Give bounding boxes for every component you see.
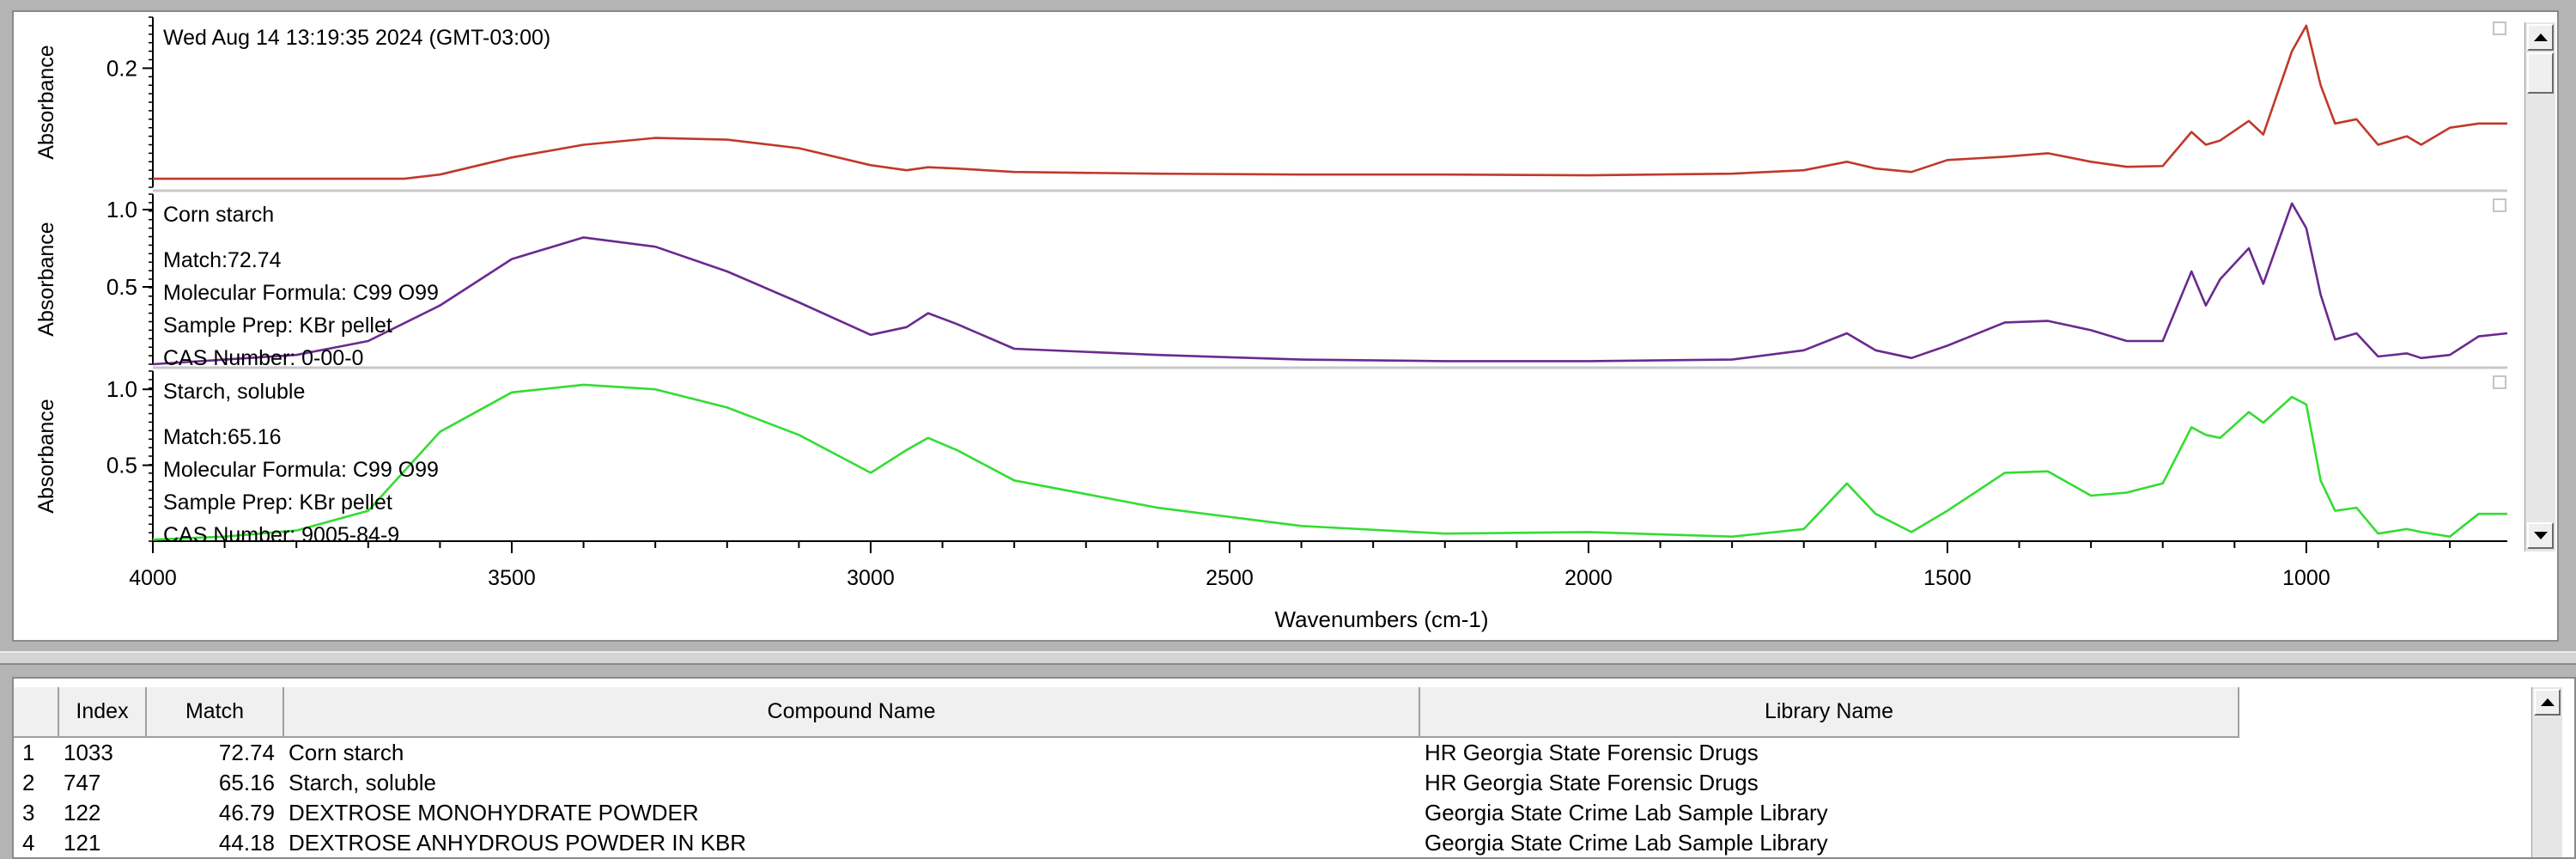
row-compound: Corn starch xyxy=(289,740,404,765)
panel-info-line: Match:65.16 xyxy=(163,425,282,449)
table-row[interactable]: 4 121 44.18 DEXTROSE ANHYDROUS POWDER IN… xyxy=(14,828,2239,857)
y-axis-label: Absorbance xyxy=(34,399,58,513)
panel-title: Wed Aug 14 13:19:35 2024 (GMT-03:00) xyxy=(163,26,550,50)
header-library-name[interactable]: Library Name xyxy=(1419,687,2239,738)
row-index: 122 xyxy=(64,800,101,825)
scroll-up-button[interactable] xyxy=(2527,24,2554,51)
panel-title: Corn starch xyxy=(163,203,274,227)
panel-title: Starch, soluble xyxy=(163,380,305,404)
scroll-thumb[interactable] xyxy=(2527,52,2554,94)
series-line-corn-starch xyxy=(152,202,2508,366)
row-compound: DEXTROSE MONOHYDRATE POWDER xyxy=(289,800,699,825)
panel-info-line: Sample Prep: KBr pellet xyxy=(163,490,392,515)
y-axis-label: Absorbance xyxy=(34,222,58,336)
panel-corner-box xyxy=(2493,375,2506,389)
panel-info-line: Match:72.74 xyxy=(163,248,282,272)
spectrum-view-window: 4000 3500 3000 2500 2000 1500 1000 Wavenumbers … xyxy=(12,10,2559,642)
table-header-row: Index Match Compound Name Library Name xyxy=(14,687,2239,738)
x-axis-label: Wavenumbers (cm-1) xyxy=(1275,606,1489,632)
scroll-down-button[interactable] xyxy=(2527,522,2554,549)
row-match: 44.18 xyxy=(218,830,275,856)
x-tick-label: 1500 xyxy=(1923,566,1971,590)
y-tick-label: 0.5 xyxy=(106,274,137,300)
y-axis-label: Absorbance xyxy=(34,45,58,159)
row-index: 121 xyxy=(64,830,101,856)
y-tick-label: 0.2 xyxy=(106,55,137,81)
panel-corner-box xyxy=(2493,198,2506,212)
x-tick-label: 4000 xyxy=(129,566,177,590)
panel-info-line: Sample Prep: KBr pellet xyxy=(163,314,392,338)
row-library: Georgia State Crime Lab Sample Library xyxy=(1425,800,1828,825)
row-index: 1033 xyxy=(64,740,113,765)
x-tick-label: 1000 xyxy=(2282,566,2330,590)
panel-corner-box xyxy=(2493,21,2506,35)
panel-info-line: Molecular Formula: C99 O99 xyxy=(163,458,439,482)
row-match: 46.79 xyxy=(218,800,275,825)
row-number: 3 xyxy=(22,800,35,825)
search-results-window: Index Match Compound Name Library Name 1… xyxy=(12,677,2576,859)
arrow-down-icon xyxy=(2533,532,2548,539)
header-compound-name[interactable]: Compound Name xyxy=(283,687,1420,738)
y-tick-label: 1.0 xyxy=(106,197,137,222)
table-row[interactable]: 2 747 65.16 Starch, soluble HR Georgia S… xyxy=(14,768,2239,798)
row-number: 4 xyxy=(22,830,35,856)
header-index[interactable]: Index xyxy=(58,687,147,738)
spectra-chart: 4000 3500 3000 2500 2000 1500 1000 Wavenumbers … xyxy=(34,16,2508,632)
x-tick-label: 2000 xyxy=(1564,566,1613,590)
y-tick-label: 1.0 xyxy=(106,376,137,402)
row-number: 2 xyxy=(22,770,35,795)
row-index: 747 xyxy=(64,770,101,795)
x-tick-label: 3500 xyxy=(488,566,536,590)
row-match: 65.16 xyxy=(218,770,275,795)
results-scroll-up-button[interactable] xyxy=(2534,689,2561,716)
results-vertical-scrollbar[interactable] xyxy=(2531,687,2562,857)
table-row[interactable]: 1 1033 72.74 Corn starch HR Georgia Stat… xyxy=(14,737,2239,768)
row-library: HR Georgia State Forensic Drugs xyxy=(1425,770,1759,795)
panel-info-line: Molecular Formula: C99 O99 xyxy=(163,281,439,305)
row-match: 72.74 xyxy=(218,740,275,765)
pane-splitter[interactable] xyxy=(0,651,2576,665)
series-line-starch-soluble xyxy=(152,383,2507,541)
x-tick-label: 2500 xyxy=(1206,566,1254,590)
row-compound: DEXTROSE ANHYDROUS POWDER IN KBR xyxy=(289,830,747,856)
row-number: 1 xyxy=(22,740,35,765)
table-row[interactable]: 3 122 46.79 DEXTROSE MONOHYDRATE POWDER … xyxy=(14,798,2239,828)
y-tick-label: 0.5 xyxy=(106,453,137,478)
arrow-up-icon xyxy=(2533,34,2548,41)
row-library: Georgia State Crime Lab Sample Library xyxy=(1425,830,1828,856)
header-match[interactable]: Match xyxy=(146,687,284,738)
row-library: HR Georgia State Forensic Drugs xyxy=(1425,740,1759,765)
row-compound: Starch, soluble xyxy=(289,770,436,795)
header-row-number xyxy=(14,687,59,738)
panel-info-line: CAS Number: 9005-84-9 xyxy=(163,523,399,547)
results-table: Index Match Compound Name Library Name 1… xyxy=(14,687,2239,857)
spectrum-vertical-scrollbar[interactable] xyxy=(2524,22,2555,551)
x-tick-label: 3000 xyxy=(847,566,895,590)
arrow-up-icon xyxy=(2540,698,2555,706)
